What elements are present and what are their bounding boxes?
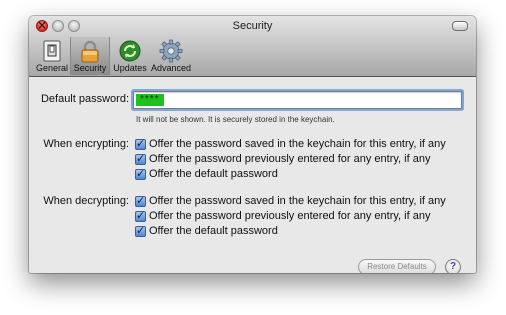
tab-general[interactable]: General: [35, 37, 69, 75]
checkbox[interactable]: [135, 152, 146, 165]
help-button[interactable]: ?: [445, 259, 461, 273]
default-password-field[interactable]: ****: [133, 91, 462, 109]
tab-updates[interactable]: Updates: [112, 37, 148, 75]
option-label: Offer the password previously entered fo…: [149, 210, 431, 222]
option-label: Offer the default password: [149, 168, 278, 180]
checkbox[interactable]: [135, 194, 146, 207]
default-password-label: Default password:: [40, 93, 129, 105]
gear-icon: [159, 39, 183, 63]
when-encrypting-label: When encrypting:: [43, 138, 129, 150]
tab-general-label: General: [35, 63, 69, 73]
when-decrypting-label: When decrypting:: [43, 195, 129, 207]
switch-icon: [43, 40, 61, 62]
refresh-icon: [119, 40, 141, 62]
tab-security-label: Security: [73, 63, 107, 73]
lock-icon: [81, 40, 99, 63]
tab-security[interactable]: Security: [70, 37, 110, 75]
preferences-window: Security General Security: [29, 16, 476, 273]
checkbox[interactable]: [135, 224, 146, 237]
window-title: Security: [232, 20, 273, 32]
tab-advanced-label: Advanced: [150, 63, 192, 73]
tab-advanced[interactable]: Advanced: [150, 37, 192, 75]
option-label: Offer the password previously entered fo…: [149, 153, 431, 165]
option-label: Offer the password saved in the keychain…: [149, 195, 446, 207]
password-mask: ****: [136, 94, 164, 106]
tab-updates-label: Updates: [113, 63, 147, 73]
restore-defaults-button[interactable]: Restore Defaults: [358, 259, 436, 273]
option-label: Offer the password saved in the keychain…: [149, 138, 446, 150]
checkbox[interactable]: [135, 209, 146, 222]
checkbox[interactable]: [135, 167, 146, 180]
window-toolbar: Security General Security: [29, 16, 476, 77]
option-label: Offer the default password: [149, 225, 278, 237]
security-pane: Default password: **** It will not be sh…: [29, 77, 476, 273]
checkbox[interactable]: [135, 137, 146, 150]
password-hint: It will not be shown. It is securely sto…: [136, 115, 335, 124]
toolbar-toggle-button[interactable]: [452, 21, 468, 31]
